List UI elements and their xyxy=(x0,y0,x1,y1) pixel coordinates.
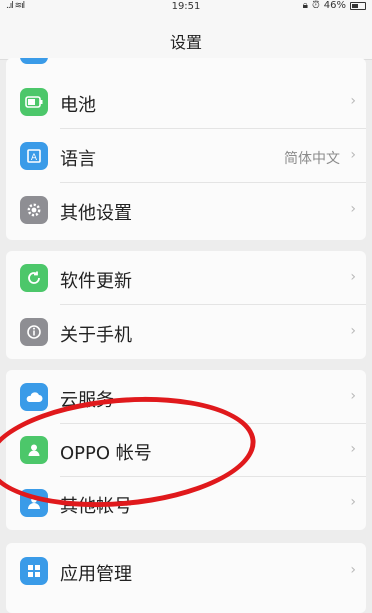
chevron-right-icon: › xyxy=(350,323,356,339)
language-value: 简体中文 xyxy=(284,151,340,167)
apps-icon xyxy=(20,557,48,585)
chevron-right-icon: › xyxy=(350,147,356,163)
chevron-right-icon: › xyxy=(350,201,356,217)
battery-percent: 46% xyxy=(323,0,346,11)
svg-text:A: A xyxy=(31,153,38,163)
settings-item-label: 软件更新 xyxy=(60,271,132,292)
settings-group-4: 应用管理 › xyxy=(6,543,366,613)
settings-group-1: 电池 › A 语言 简体中文 › 其他设置 › xyxy=(6,58,366,240)
settings-item-label: 云服务 xyxy=(60,390,114,411)
settings-item-other-settings[interactable]: 其他设置 › xyxy=(6,183,366,237)
chevron-right-icon: › xyxy=(350,388,356,404)
title-bar: 设置 xyxy=(0,14,372,60)
chevron-right-icon: › xyxy=(350,93,356,109)
settings-item-battery[interactable]: 电池 › xyxy=(6,75,366,129)
settings-item-other-accounts[interactable]: 其他帐号 › xyxy=(6,476,366,530)
account-icon xyxy=(20,436,48,464)
language-icon: A xyxy=(20,142,48,170)
lock-icon: 🔒︎ xyxy=(302,0,308,11)
page-title: 设置 xyxy=(169,33,202,52)
settings-item-label: 应用管理 xyxy=(60,564,132,585)
chevron-right-icon: › xyxy=(350,441,356,457)
battery-status-icon xyxy=(350,1,366,10)
gear-icon xyxy=(20,196,48,224)
settings-item-label: 其他帐号 xyxy=(60,496,132,517)
settings-item-label: OPPO 帐号 xyxy=(60,443,152,464)
settings-item-language[interactable]: A 语言 简体中文 › xyxy=(6,129,366,183)
settings-item-app-management[interactable]: 应用管理 › xyxy=(6,544,366,598)
settings-item-cloud-service[interactable]: 云服务 › xyxy=(6,370,366,424)
chevron-right-icon: › xyxy=(350,269,356,285)
settings-group-3: 云服务 › OPPO 帐号 › 其他帐号 › xyxy=(6,370,366,530)
status-right: 🔒︎ ⏰︎ 46% xyxy=(303,0,366,11)
settings-item-label: 电池 xyxy=(60,95,96,116)
settings-item-oppo-account[interactable]: OPPO 帐号 › xyxy=(6,423,366,477)
chevron-right-icon: › xyxy=(350,562,356,578)
info-icon xyxy=(20,318,48,346)
battery-icon xyxy=(20,88,48,116)
settings-item-about-phone[interactable]: 关于手机 › xyxy=(6,305,366,359)
settings-item-software-update[interactable]: 软件更新 › xyxy=(6,251,366,305)
accounts-icon xyxy=(20,489,48,517)
settings-item-label: 语言 xyxy=(60,149,96,170)
update-icon xyxy=(20,264,48,292)
partial-item-icon xyxy=(20,58,48,64)
settings-item-label: 关于手机 xyxy=(60,325,132,346)
settings-group-2: 软件更新 › 关于手机 › xyxy=(6,251,366,359)
alarm-icon: ⏰︎ xyxy=(311,0,320,11)
settings-item-label: 其他设置 xyxy=(60,203,132,224)
chevron-right-icon: › xyxy=(350,494,356,510)
status-bar: ..ıl ≋ıl 19:51 🔒︎ ⏰︎ 46% xyxy=(0,0,372,14)
cloud-icon xyxy=(20,383,48,411)
